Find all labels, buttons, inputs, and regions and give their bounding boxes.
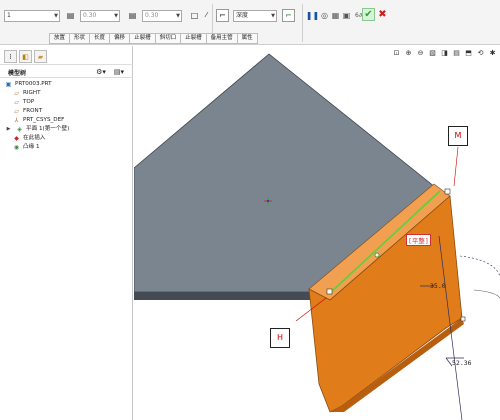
tree-item-label: PRT0003.PRT (15, 81, 52, 87)
graphics-window[interactable]: ⊡ ⊕ ⊖ ▧ ◨ ▤ ⬒ ⟲ ✱ M H [平整] 35.0 52.36 (134, 46, 500, 420)
thickness-side-icon[interactable]: ▤ (64, 9, 77, 22)
dimension-label: [平整] (408, 237, 429, 245)
thickness-field-1[interactable]: 0.30 ▼ (80, 10, 120, 22)
tab-miter-cuts[interactable]: 斜切口 (155, 33, 182, 44)
bend-arc-2 (473, 289, 500, 299)
part-icon: ▣ (5, 81, 12, 88)
tab-length[interactable]: 长度 (90, 33, 111, 44)
tree-item[interactable]: ▱ FRONT (4, 107, 132, 116)
dimension-label-box[interactable]: [平整] (406, 234, 431, 246)
depth-value: 深度 (236, 12, 249, 19)
tree-item-label: 平面 1(第一个壁) (26, 126, 70, 132)
tab-properties[interactable]: 属性 (237, 33, 258, 44)
tree-item[interactable]: ▱ TOP (4, 98, 132, 107)
flange-dashboard: 1 ▼ ▤ 0.30 ▼ ▤ 0.30 ▼ □ ⁄ ⌐ 深度 ▼ ⌐ ❚❚ ◎ ▦ ▣ … (0, 0, 500, 45)
drag-handle (460, 316, 466, 322)
folder-tab-icon[interactable]: ▰ (34, 50, 47, 63)
tree-item-label: 在此插入 (23, 135, 46, 141)
chevron-down-icon: ▼ (114, 13, 118, 19)
relief-icon[interactable]: ⌐ (282, 9, 295, 22)
callout-h-label: H (276, 333, 283, 342)
callout-m-label: M (454, 131, 462, 140)
tab-shape[interactable]: 形状 (70, 33, 91, 44)
cancel-icon[interactable]: ✖ (376, 8, 389, 21)
model-tree: ▣ PRT0003.PRT ▱ RIGHT ▱ TOP ▱ FRONT ⅄ PR… (4, 80, 132, 152)
tree-settings-icon[interactable]: ⚙▾ (94, 67, 108, 77)
model-tree-header: 模型树 ⚙▾ ▤▾ (0, 64, 133, 78)
dimension-width[interactable]: 52.36 (452, 359, 472, 367)
base-wall-thickness-edge (134, 292, 330, 300)
tree-item-label: TOP (23, 99, 35, 105)
type-value: 1 (7, 12, 11, 19)
type-dropdown[interactable]: 1 ▼ (4, 10, 60, 22)
thickness-field-2[interactable]: 0.30 ▼ (142, 10, 182, 22)
model-tree-panel: ⁞ ◧ ▰ 模型树 ⚙▾ ▤▾ ▣ PRT0003.PRT ▱ RIGHT ▱ … (0, 46, 133, 420)
callout-m: M (448, 126, 468, 146)
tree-show-icon[interactable]: ▤▾ (112, 67, 126, 77)
tab-placement[interactable]: 放置 (49, 33, 71, 44)
navigator-tabs: ⁞ ◧ ▰ (4, 50, 47, 64)
thickness-value-1: 0.30 (83, 12, 97, 19)
chevron-down-icon: ▼ (54, 13, 58, 19)
depth-dropdown[interactable]: 深度 ▼ (233, 10, 277, 22)
toolbar-separator (302, 4, 303, 42)
tab-relief[interactable]: 止裂槽 (130, 33, 156, 44)
tree-item-label: PRT_CSYS_DEF (23, 117, 65, 123)
tree-item-label: 凸缘 1 (23, 144, 40, 150)
tree-item-label: FRONT (23, 108, 43, 114)
chevron-down-icon: ▼ (176, 13, 180, 19)
tree-item[interactable]: ◆ 在此插入 (4, 134, 132, 143)
dimension-small[interactable]: 35.0 (430, 282, 446, 290)
drag-handle (444, 188, 451, 195)
tree-item[interactable]: ▱ RIGHT (4, 89, 132, 98)
tab-offset[interactable]: 偏移 (110, 33, 131, 44)
bend-side-icon[interactable]: ▤ (126, 9, 139, 22)
tree-item[interactable]: ▶ ◈ 平面 1(第一个壁) (4, 125, 132, 134)
dashboard-tabs: 放置 形状 长度 偏移 止裂槽 斜切口 止裂槽 备用主管 属性 (49, 33, 258, 44)
drag-handle (326, 288, 333, 295)
bend-arc (459, 255, 500, 277)
callout-h: H (270, 328, 290, 348)
tab-bend-allowance[interactable]: 备用主管 (206, 33, 238, 44)
model-tree-title: 模型树 (8, 70, 27, 77)
bend-radius-icon[interactable]: ⌐ (216, 9, 229, 22)
flange-icon: ◉ (13, 144, 20, 151)
model-geometry (134, 53, 500, 420)
datum-plane-icon: ▱ (14, 108, 19, 115)
datum-plane-icon: ▱ (14, 99, 19, 106)
chevron-down-icon: ▼ (271, 13, 275, 19)
insert-here-icon: ◆ (14, 135, 19, 142)
model-tree-tab-icon[interactable]: ⁞ (4, 50, 17, 63)
datum-plane-icon: ▱ (14, 90, 19, 97)
edge-handle (374, 252, 380, 258)
tree-item-label: RIGHT (23, 90, 41, 96)
csys-icon: ⅄ (14, 117, 19, 124)
tree-item[interactable]: ⅄ PRT_CSYS_DEF (4, 116, 132, 125)
accept-icon[interactable]: ✔ (362, 8, 375, 21)
tree-item[interactable]: ◉ 凸缘 1 (4, 143, 132, 152)
expand-arrow-icon[interactable]: ▶ (4, 125, 13, 134)
callout-leader-m (453, 146, 459, 187)
csys-origin (267, 200, 269, 202)
thickness-value-2: 0.30 (145, 12, 159, 19)
tree-item[interactable]: ▣ PRT0003.PRT (4, 80, 132, 89)
tab-relief-2[interactable]: 止裂槽 (181, 33, 207, 44)
wall-icon: ◈ (17, 126, 22, 133)
layers-tab-icon[interactable]: ◧ (19, 50, 32, 63)
